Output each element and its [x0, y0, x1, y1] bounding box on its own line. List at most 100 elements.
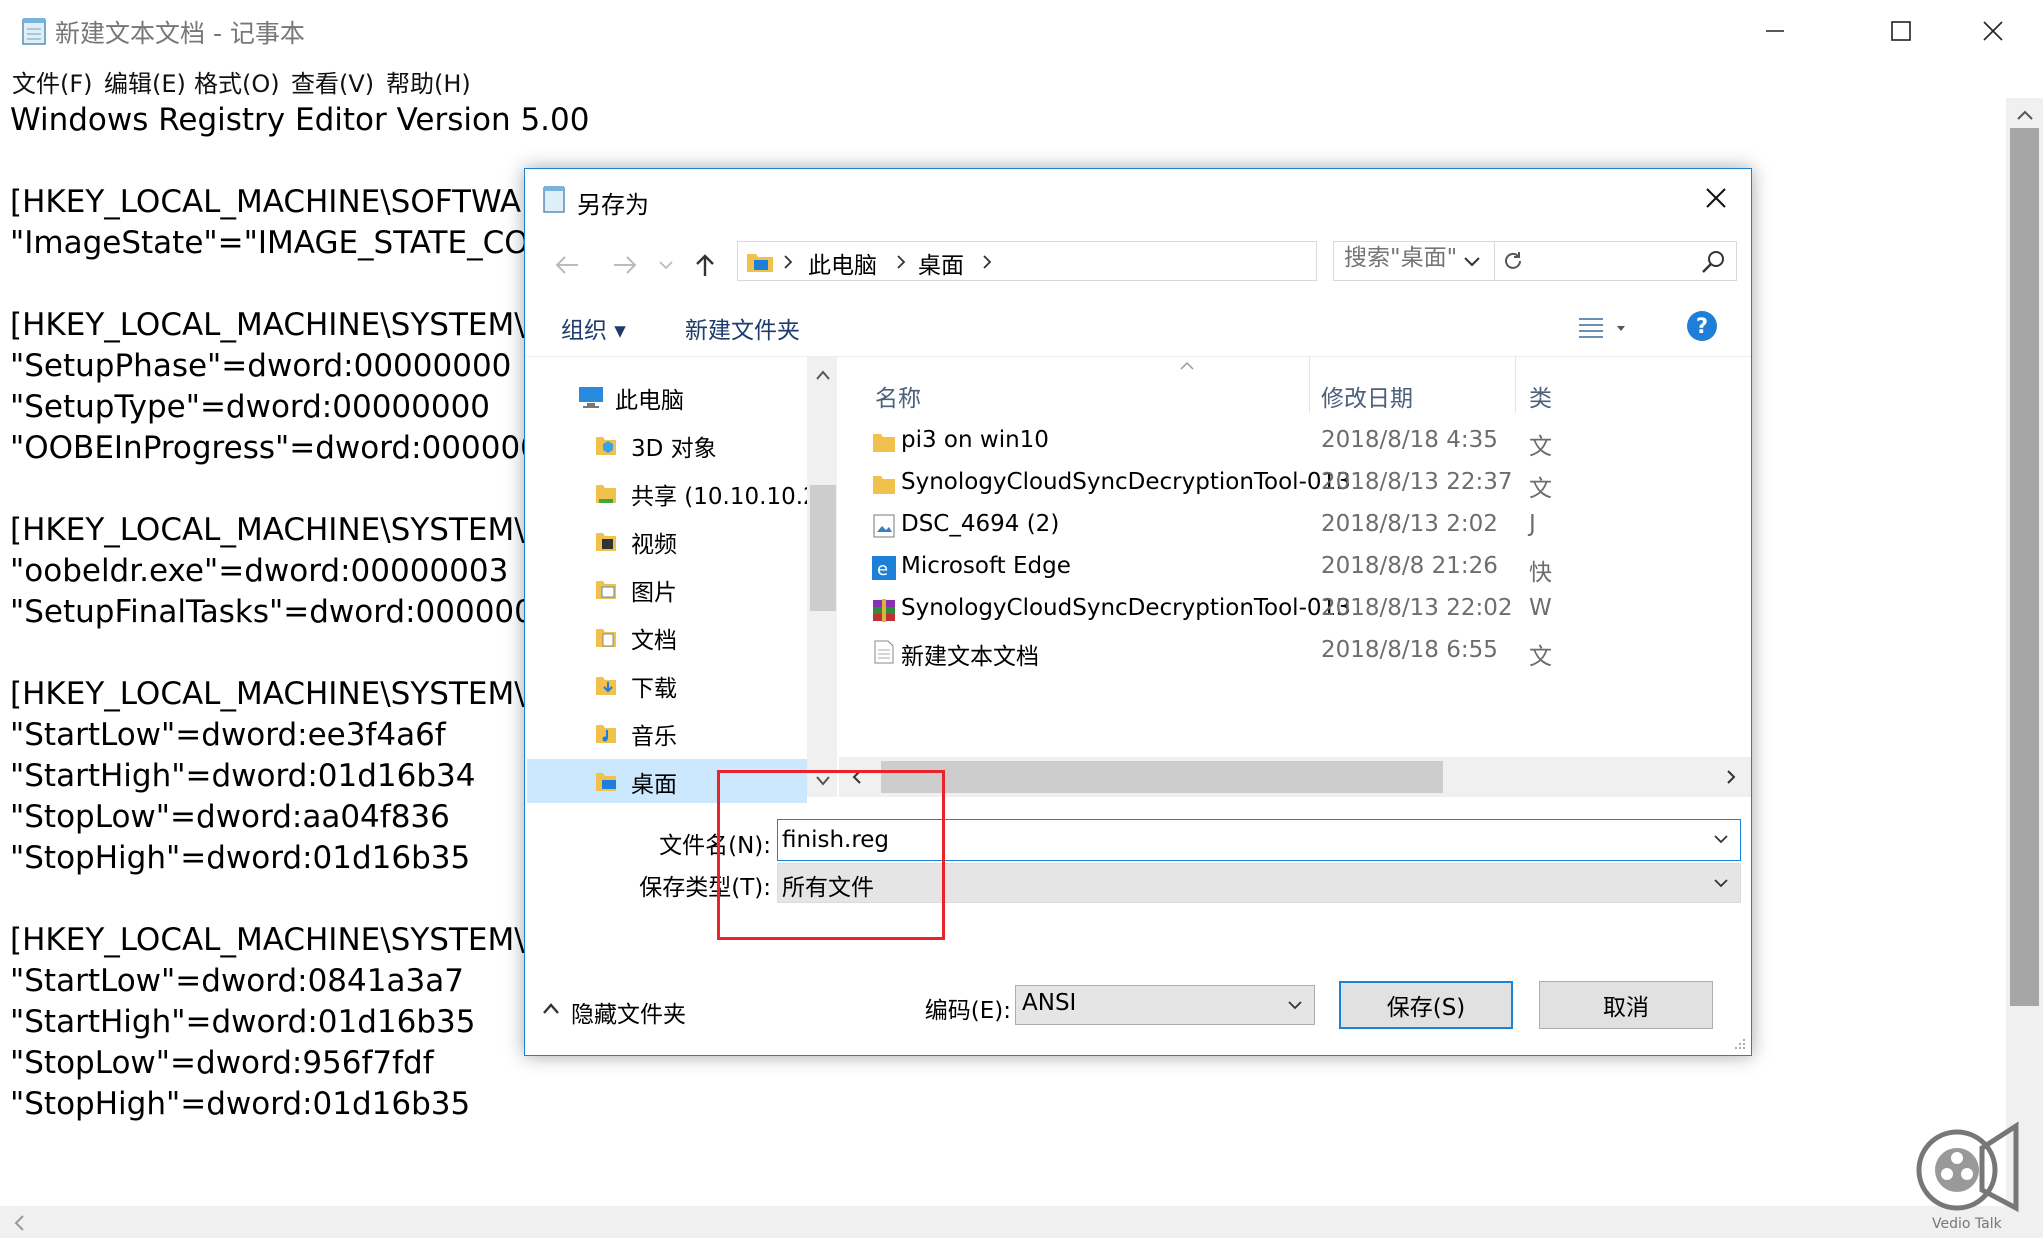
chevron-up-icon[interactable]	[541, 999, 561, 1019]
notepad-horizontal-scrollbar[interactable]	[0, 1206, 2043, 1238]
notepad-icon	[543, 186, 565, 213]
column-header-name[interactable]: 名称	[875, 379, 921, 413]
dialog-toolbar: 组织 ▾ 新建文件夹 ?	[525, 297, 1751, 357]
dialog-title: 另存为	[577, 191, 649, 219]
cancel-button[interactable]: 取消	[1539, 981, 1713, 1029]
close-button[interactable]	[1958, 10, 2028, 52]
help-icon: ?	[1695, 314, 1709, 338]
highlight-annotation	[717, 770, 945, 940]
file-row[interactable]: pi3 on win10 2018/8/18 4:35 文	[839, 421, 1751, 463]
edge-icon: e	[872, 556, 896, 580]
new-folder-button[interactable]: 新建文件夹	[685, 311, 800, 345]
forward-button[interactable]	[605, 245, 645, 285]
menu-bar: 文件(F) 编辑(E) 格式(O) 查看(V) 帮助(H)	[0, 62, 2043, 98]
chevron-right-icon[interactable]	[895, 254, 907, 270]
text-file-icon	[874, 640, 894, 664]
minimize-icon	[1766, 30, 1784, 32]
nav-item-videos[interactable]: 视频	[527, 519, 807, 563]
encoding-label: 编码(E):	[924, 998, 1011, 1024]
resize-grip-icon[interactable]	[1731, 1035, 1747, 1051]
video-folder-icon	[596, 533, 616, 551]
view-options-icon[interactable]	[1575, 313, 1631, 343]
computer-icon	[579, 387, 603, 408]
winrar-archive-icon	[873, 599, 895, 622]
nav-item-this-pc[interactable]: 此电脑	[527, 375, 807, 419]
breadcrumb-this-pc[interactable]: 此电脑	[808, 246, 877, 280]
column-divider[interactable]	[1515, 357, 1516, 413]
nav-item-documents[interactable]: 文档	[527, 615, 807, 659]
chevron-down-icon	[1714, 879, 1728, 888]
maximize-icon	[1891, 21, 1911, 41]
back-button[interactable]	[547, 245, 587, 285]
notepad-scroll-thumb[interactable]	[2010, 128, 2039, 1006]
scroll-up-icon[interactable]	[815, 369, 831, 381]
scroll-up-icon[interactable]	[2016, 108, 2034, 122]
chevron-right-icon[interactable]	[981, 254, 993, 270]
nav-item-3d-objects[interactable]: 3D 对象	[527, 423, 807, 467]
nav-item-network-share[interactable]: 共享 (10.10.10.2	[527, 471, 818, 515]
up-button[interactable]	[685, 245, 725, 285]
nav-pane-scrollbar[interactable]	[807, 357, 837, 797]
close-icon	[1706, 188, 1726, 208]
chevron-right-icon[interactable]	[782, 254, 794, 270]
watermark-text: Vedio Talk	[1932, 1216, 2002, 1232]
minimize-button[interactable]	[1740, 10, 1810, 52]
pictures-folder-icon	[596, 581, 616, 599]
notepad-titlebar: 新建文本文档 - 记事本	[0, 0, 2043, 62]
nav-pane-scroll-thumb[interactable]	[810, 485, 836, 611]
notepad-icon	[22, 18, 46, 45]
documents-folder-icon	[596, 629, 616, 647]
back-arrow-icon	[555, 256, 578, 274]
column-divider[interactable]	[1309, 357, 1310, 413]
watermark-logo	[1916, 1121, 2019, 1213]
encoding-value: ANSI	[1022, 990, 1077, 1016]
menu-format[interactable]: 格式(O)	[194, 64, 280, 99]
close-icon	[1983, 21, 2003, 41]
menu-edit[interactable]: 编辑(E)	[104, 64, 186, 99]
file-row[interactable]: 新建文本文档 2018/8/18 6:55 文	[839, 631, 1751, 673]
save-button[interactable]: 保存(S)	[1339, 981, 1513, 1029]
folder-icon	[873, 476, 895, 494]
file-list-scroll-thumb[interactable]	[881, 761, 1443, 793]
desktop-folder-icon	[596, 773, 616, 791]
menu-view[interactable]: 查看(V)	[291, 64, 374, 99]
dialog-close-button[interactable]	[1691, 175, 1741, 221]
search-icon[interactable]	[1700, 248, 1728, 276]
column-header-date[interactable]: 修改日期	[1321, 379, 1413, 413]
nav-item-pictures[interactable]: 图片	[527, 567, 807, 611]
recent-locations-button[interactable]	[653, 245, 679, 285]
music-folder-icon	[596, 725, 616, 743]
forward-arrow-icon	[614, 256, 637, 274]
scroll-left-icon[interactable]	[12, 1214, 26, 1232]
search-box[interactable]	[1333, 241, 1737, 281]
nav-item-downloads[interactable]: 下载	[527, 663, 807, 707]
3d-objects-icon	[596, 437, 616, 455]
organize-button[interactable]: 组织 ▾	[561, 311, 626, 345]
help-button[interactable]: ?	[1687, 311, 1717, 341]
address-bar[interactable]: 此电脑 桌面	[737, 241, 1521, 281]
search-input[interactable]	[1344, 245, 1684, 271]
scroll-right-icon[interactable]	[1725, 769, 1737, 785]
file-list: 名称 修改日期 类 pi3 on win10 2018/8/18 4:35 文 …	[839, 357, 1751, 757]
nav-item-music[interactable]: 音乐	[527, 711, 807, 755]
file-row[interactable]: e Microsoft Edge 2018/8/8 21:26 快	[839, 547, 1751, 589]
file-row[interactable]: SynologyCloudSyncDecryptionTool-013 2018…	[839, 589, 1751, 631]
hide-folders-toggle[interactable]: 隐藏文件夹	[571, 995, 686, 1029]
folder-icon	[747, 254, 773, 272]
column-header-type[interactable]: 类	[1529, 379, 1552, 413]
breadcrumb-desktop[interactable]: 桌面	[918, 246, 964, 280]
menu-help[interactable]: 帮助(H)	[386, 64, 471, 99]
dialog-titlebar: 另存为	[525, 169, 1751, 229]
chevron-down-icon[interactable]	[1710, 828, 1732, 850]
chevron-down-icon	[1288, 1001, 1302, 1010]
maximize-button[interactable]	[1866, 10, 1936, 52]
encoding-dropdown[interactable]: ANSI	[1015, 985, 1315, 1025]
svg-text:e: e	[877, 559, 888, 580]
chevron-down-icon	[659, 261, 673, 270]
sort-ascending-icon	[1180, 361, 1194, 370]
menu-file[interactable]: 文件(F)	[12, 64, 93, 99]
navigation-pane: 此电脑 3D 对象 共享 (10.10.10.2 视频 图片 文档 下载 音乐	[527, 357, 818, 803]
file-row[interactable]: DSC_4694 (2) 2018/8/13 2:02 J	[839, 505, 1751, 547]
file-list-horizontal-scrollbar[interactable]	[839, 757, 1751, 797]
file-row[interactable]: SynologyCloudSyncDecryptionTool-013 2018…	[839, 463, 1751, 505]
